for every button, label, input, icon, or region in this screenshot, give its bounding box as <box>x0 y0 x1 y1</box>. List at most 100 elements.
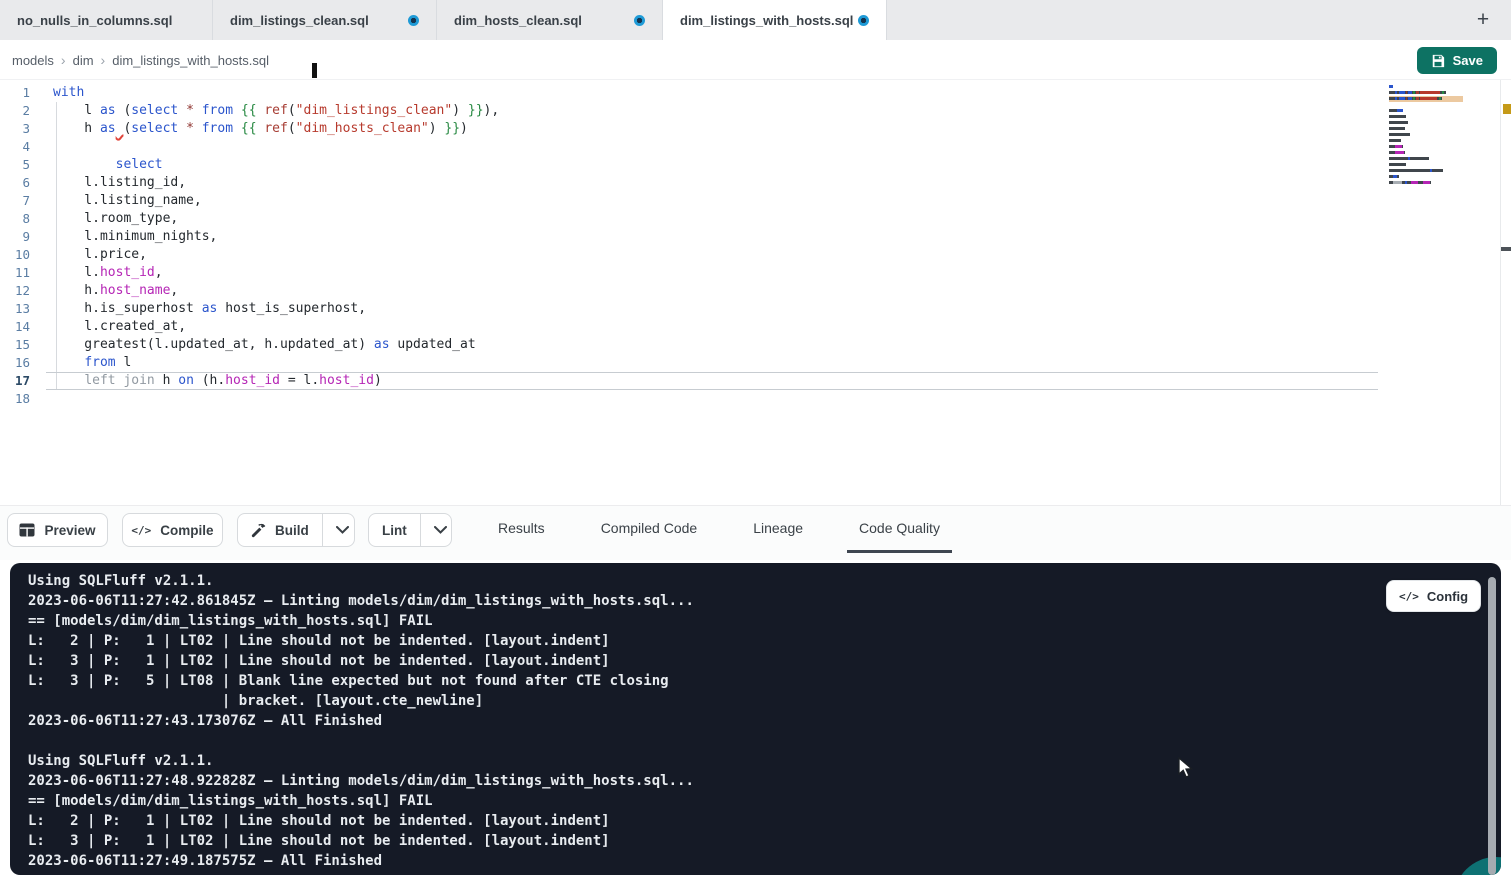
tab-results[interactable]: Results <box>486 506 557 553</box>
config-button[interactable]: </> Config <box>1386 580 1481 612</box>
code-editor[interactable]: 1with2 l as (select * from {{ ref("dim_l… <box>0 80 1511 505</box>
code-line[interactable]: 2 l as (select * from {{ ref("dim_listin… <box>0 102 499 120</box>
file-tab-dim-listings-clean-sql[interactable]: dim_listings_clean.sql <box>213 0 437 40</box>
code-line-text: l.room_type, <box>30 210 178 228</box>
build-dropdown-button[interactable] <box>332 514 354 546</box>
save-button[interactable]: Save <box>1417 47 1497 74</box>
code-line-text: l.created_at, <box>30 318 186 336</box>
terminal-line: L: 2 | P: 1 | LT02 | Line should not be … <box>28 631 694 651</box>
line-number: 3 <box>0 120 30 138</box>
line-number: 14 <box>0 318 30 336</box>
code-line[interactable]: 17 left join h on (h.host_id = l.host_id… <box>0 372 499 390</box>
line-number: 12 <box>0 282 30 300</box>
terminal-line: L: 3 | P: 5 | LT08 | Blank line expected… <box>28 671 694 691</box>
code-line-text: l.listing_name, <box>30 192 202 210</box>
file-tab-dim-hosts-clean-sql[interactable]: dim_hosts_clean.sql <box>437 0 663 40</box>
breadcrumb-item-dim[interactable]: dim <box>73 53 94 68</box>
terminal-line: Using SQLFluff v2.1.1. <box>28 751 694 771</box>
file-tab-no-nulls-in-columns-sql[interactable]: no_nulls_in_columns.sql <box>0 0 213 40</box>
terminal-line: 2023-06-06T11:27:48.922828Z — Linting mo… <box>28 771 694 791</box>
code-line-text: l.host_id, <box>30 264 163 282</box>
lint-warning-marker[interactable] <box>1503 104 1511 114</box>
preview-button-label: Preview <box>44 523 95 538</box>
config-code-icon: </> <box>1399 590 1419 603</box>
code-line[interactable]: 11 l.host_id, <box>0 264 499 282</box>
code-lines[interactable]: 1with2 l as (select * from {{ ref("dim_l… <box>0 84 499 408</box>
build-split-button: Build <box>237 513 355 547</box>
line-number: 8 <box>0 210 30 228</box>
code-line[interactable]: 15 greatest(l.updated_at, h.updated_at) … <box>0 336 499 354</box>
code-line[interactable]: 16 from l <box>0 354 499 372</box>
terminal-scrollbar[interactable] <box>1488 577 1496 875</box>
file-tab-dim-listings-with-hosts-sql[interactable]: dim_listings_with_hosts.sql <box>663 0 887 40</box>
terminal-line: Using SQLFluff v2.1.1. <box>28 571 694 591</box>
line-number: 11 <box>0 264 30 282</box>
tab-code-quality[interactable]: Code Quality <box>847 506 952 553</box>
new-tab-button[interactable]: + <box>1469 0 1497 40</box>
save-button-label: Save <box>1453 53 1483 68</box>
code-line[interactable]: 4 <box>0 138 499 156</box>
unsaved-changes-dot-icon <box>858 15 869 26</box>
build-hammer-icon <box>251 523 266 538</box>
code-line-text: with <box>30 84 84 102</box>
code-line-text: from l <box>30 354 131 372</box>
code-line-text: l.price, <box>30 246 147 264</box>
breadcrumb: models›dim›dim_listings_with_hosts.sql <box>12 40 269 80</box>
line-number: 17 <box>0 372 30 390</box>
code-line[interactable]: 9 l.minimum_nights, <box>0 228 499 246</box>
minimap[interactable] <box>1389 84 1463 192</box>
lint-button[interactable]: Lint <box>369 514 421 546</box>
terminal-line: | bracket. [layout.cte_newline] <box>28 691 694 711</box>
terminal-line: L: 3 | P: 1 | LT02 | Line should not be … <box>28 651 694 671</box>
unsaved-changes-dot-icon <box>408 15 419 26</box>
breadcrumb-separator-icon: › <box>101 52 106 68</box>
code-line-text: l.minimum_nights, <box>30 228 217 246</box>
code-line[interactable]: 10 l.price, <box>0 246 499 264</box>
terminal-line <box>28 731 694 751</box>
code-line-text: h.host_name, <box>30 282 178 300</box>
code-line[interactable]: 14 l.created_at, <box>0 318 499 336</box>
scroll-position-marker[interactable] <box>1501 247 1511 251</box>
preview-table-icon <box>19 523 35 537</box>
text-cursor-artifact <box>312 63 317 78</box>
compile-button[interactable]: </> Compile <box>122 513 223 547</box>
code-line[interactable]: 1with <box>0 84 499 102</box>
code-line-text: h.is_superhost as host_is_superhost, <box>30 300 366 318</box>
line-number: 18 <box>0 390 30 408</box>
file-tab-label: no_nulls_in_columns.sql <box>17 13 172 28</box>
line-number: 9 <box>0 228 30 246</box>
code-line-text <box>30 390 53 408</box>
line-number: 16 <box>0 354 30 372</box>
line-number: 4 <box>0 138 30 156</box>
build-button[interactable]: Build <box>238 514 323 546</box>
line-number: 5 <box>0 156 30 174</box>
code-line[interactable]: 12 h.host_name, <box>0 282 499 300</box>
code-line[interactable]: 6 l.listing_id, <box>0 174 499 192</box>
result-tabs: Results Compiled Code Lineage Code Quality <box>486 506 952 561</box>
code-line[interactable]: 7 l.listing_name, <box>0 192 499 210</box>
breadcrumb-item-models[interactable]: models <box>12 53 54 68</box>
code-line[interactable]: 8 l.room_type, <box>0 210 499 228</box>
lint-dropdown-button[interactable] <box>430 514 451 546</box>
code-line-text: l as (select * from {{ ref("dim_listings… <box>30 102 499 120</box>
line-number: 15 <box>0 336 30 354</box>
preview-button[interactable]: Preview <box>7 513 108 547</box>
code-line[interactable]: 13 h.is_superhost as host_is_superhost, <box>0 300 499 318</box>
terminal-line: 2023-06-06T11:27:43.173076Z — All Finish… <box>28 711 694 731</box>
terminal-line: == [models/dim/dim_listings_with_hosts.s… <box>28 611 694 631</box>
tab-lineage[interactable]: Lineage <box>741 506 815 553</box>
terminal-line: 2023-06-06T11:27:49.187575Z — All Finish… <box>28 851 694 871</box>
file-tab-label: dim_listings_clean.sql <box>230 13 369 28</box>
build-button-label: Build <box>275 523 309 538</box>
action-bar: Preview </> Compile Build Lint <box>0 505 1511 560</box>
tab-compiled-code[interactable]: Compiled Code <box>589 506 710 553</box>
line-number: 7 <box>0 192 30 210</box>
code-line-text: h as (select * from {{ ref("dim_hosts_cl… <box>30 120 468 138</box>
code-line[interactable]: 5 select <box>0 156 499 174</box>
code-line[interactable]: 18 <box>0 390 499 408</box>
annotation-scrollbar[interactable] <box>1500 80 1511 505</box>
line-number: 2 <box>0 102 30 120</box>
code-line[interactable]: 3 h as (select * from {{ ref("dim_hosts_… <box>0 120 499 138</box>
breadcrumb-item-dim-listings-with-hosts-sql[interactable]: dim_listings_with_hosts.sql <box>112 53 269 68</box>
code-line-text: l.listing_id, <box>30 174 186 192</box>
